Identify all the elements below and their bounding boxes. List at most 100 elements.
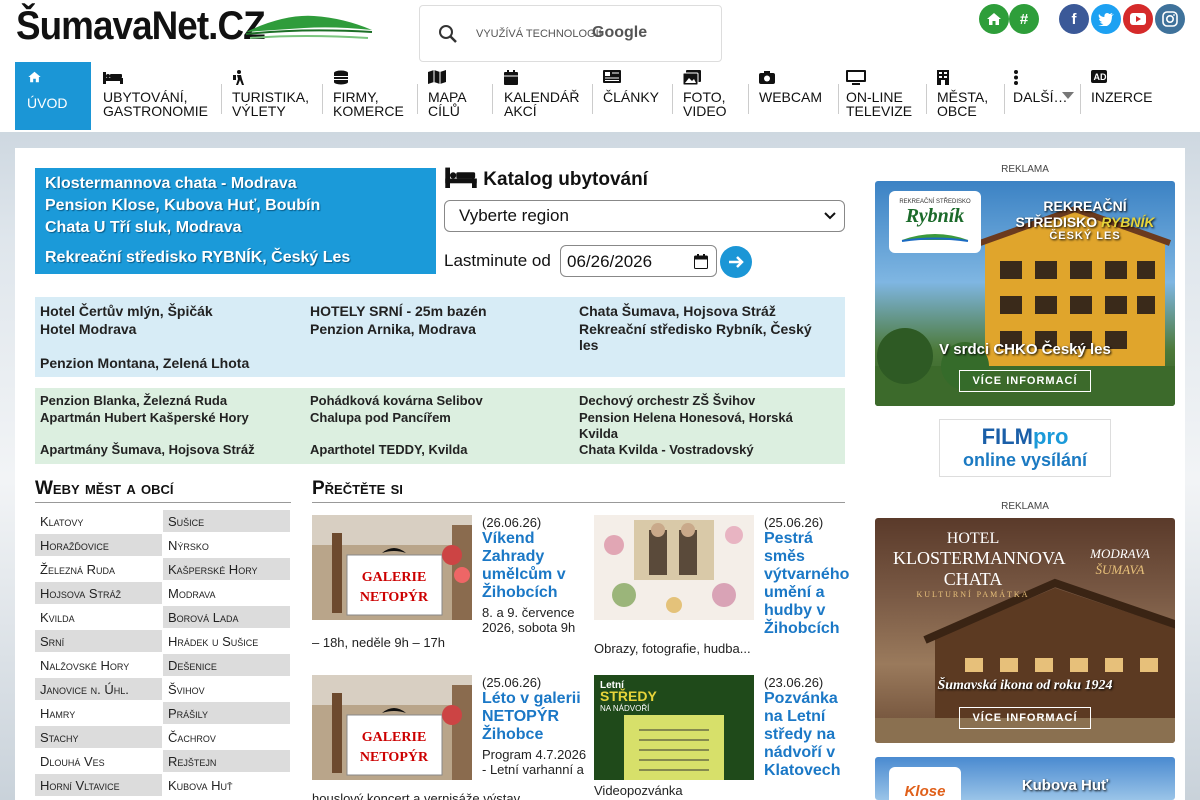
city-link[interactable]: Kubova Huť (163, 774, 290, 796)
dots-icon (1013, 70, 1078, 90)
city-link[interactable]: Prášily (163, 702, 290, 724)
listing-link[interactable]: Pohádková kovárna Selibov (310, 393, 570, 409)
listing-link[interactable]: Apartmány Šumava, Hojsova Stráž (40, 442, 300, 458)
listing-link[interactable]: Penzion Arnika, Modrava (310, 321, 570, 337)
article-image-letni-stredy[interactable]: Letní STŘEDY NA NÁDVOŘÍ (594, 675, 754, 780)
nav-item-inzerce[interactable]: Ad Inzerce (1091, 62, 1161, 130)
hash-button[interactable]: # (1009, 4, 1039, 34)
google-search-box[interactable]: VYUŽÍVÁ TECHNOLOGII Google (419, 5, 722, 62)
listing-link[interactable]: Hotel Modrava (40, 321, 300, 337)
featured-link[interactable]: Klostermannova chata - Modrava (45, 175, 297, 193)
rybnik-title-3: ČESKÝ LES (1049, 230, 1121, 242)
city-link[interactable]: Borová Lada (163, 606, 290, 628)
nav-label: On-line televize (846, 89, 913, 119)
lastminute-date-input[interactable]: 06/26/2026 (560, 245, 717, 277)
listing-link[interactable]: Rekreační středisko Rybník, Český les (579, 321, 829, 353)
article-title[interactable]: Pestrá směs výtvarného umění a hudby v Ž… (764, 530, 854, 638)
city-link[interactable]: Horní Vltavice (35, 774, 162, 796)
featured-link[interactable]: Chata U Tří sluk, Modrava (45, 219, 242, 237)
city-link[interactable]: Modrava (163, 582, 290, 604)
listing-link[interactable]: Aparthotel TEDDY, Kvilda (310, 442, 570, 458)
nav-item-mesta[interactable]: Města, obce (937, 62, 1002, 130)
search-icon[interactable] (438, 24, 458, 44)
calendar-icon[interactable] (694, 254, 708, 269)
city-link[interactable]: Dlouhá Ves (35, 750, 162, 772)
home-icon (27, 70, 91, 90)
newspaper-icon (603, 70, 668, 90)
rybnik-tagline: V srdci CHKO Český les (939, 341, 1111, 358)
article-title[interactable]: Pozvánka na Letní středy na nádvoří v Kl… (764, 690, 854, 780)
city-link[interactable]: Hrádek u Sušice (163, 630, 290, 652)
nav-item-televize[interactable]: On-line televize (846, 62, 928, 130)
article-image-exhibition[interactable] (594, 515, 754, 620)
accommodation-grid-2: Penzion Blanka, Železná Ruda Pohádková k… (35, 388, 845, 464)
city-link[interactable]: Dešenice (163, 654, 290, 676)
city-link[interactable]: Nalžovské Hory (35, 654, 162, 676)
article-image-galerie[interactable]: GALERIE NETOPÝR (312, 675, 472, 780)
city-link[interactable]: Kvilda (35, 606, 162, 628)
listing-link[interactable]: Dechový orchestr ZŠ Švihov (579, 393, 839, 409)
ad-kubova-hut[interactable]: Klose Kubova Huť (875, 757, 1175, 800)
nav-item-turistika[interactable]: Turistika, výlety (232, 62, 316, 130)
ad-klostermannova[interactable]: HOTEL KLOSTERMANNOVA CHATA KULTURNÍ PAMÁ… (875, 518, 1175, 743)
city-link[interactable]: Stachy (35, 726, 162, 748)
article-title[interactable]: Víkend Zahrady umělcům v Žihobcích (482, 530, 587, 602)
search-go-button[interactable] (720, 246, 752, 278)
nav-item-webcam[interactable]: Webcam (759, 62, 834, 130)
kloster-location: MODRAVA ŠUMAVA (1065, 546, 1175, 578)
nav-item-firmy[interactable]: Firmy, komerce (333, 62, 411, 130)
nav-item-uvod[interactable]: Úvod (15, 62, 91, 130)
article-image-galerie[interactable]: GALERIE NETOPÝR (312, 515, 472, 620)
city-link[interactable]: Sušice (163, 510, 290, 532)
city-link[interactable]: Hojsova Stráž (35, 582, 162, 604)
nav-separator (926, 84, 927, 114)
city-link[interactable]: Kašperské Hory (163, 558, 290, 580)
listing-link[interactable]: Penzion Blanka, Železná Ruda (40, 393, 300, 409)
city-link[interactable]: Srní (35, 630, 162, 652)
chevron-down-icon[interactable] (1062, 92, 1074, 100)
ad-rybnik[interactable]: REKREAČNÍ STŘEDISKO Rybník REKREAČNÍ STŘ… (875, 181, 1175, 406)
listing-link[interactable]: Chata Kvilda - Vostradovský (579, 442, 839, 458)
region-select[interactable]: Vyberte region (444, 200, 845, 232)
listing-link[interactable]: HOTELY SRNÍ - 25m bazén (310, 303, 570, 319)
city-link[interactable]: Železná Ruda (35, 558, 162, 580)
site-logo[interactable]: ŠumavaNet.CZ (16, 4, 266, 49)
kloster-more-button[interactable]: VÍCE INFORMACÍ (959, 707, 1091, 729)
home-icon[interactable] (979, 4, 1009, 34)
city-link[interactable]: Janovice n. Úhl. (35, 678, 162, 700)
listing-link[interactable]: Hotel Čertův mlýn, Špičák (40, 303, 300, 319)
city-link[interactable]: Nýrsko (163, 534, 290, 556)
listing-link[interactable]: Pension Helena Honesová, Horská Kvilda (579, 410, 824, 442)
article-desc: Videopozvánka (594, 783, 683, 798)
article-desc: houslový koncert a vernisáže výstav... (312, 791, 530, 800)
city-link[interactable]: Čachrov (163, 726, 290, 748)
city-link[interactable]: Klatovy (35, 510, 162, 532)
filmpro-ad[interactable]: FILMpro online vysílání (939, 419, 1111, 477)
listing-link[interactable]: Chalupa pod Pancířem (310, 410, 570, 426)
featured-link[interactable]: Pension Klose, Kubova Huť, Boubín (45, 197, 320, 215)
nav-item-foto[interactable]: Foto, video (682, 62, 745, 130)
nav-item-clanky[interactable]: Články (603, 62, 668, 130)
city-link[interactable]: Švihov (163, 678, 290, 700)
featured-link[interactable]: Rekreační středisko RYBNÍK, Český Les (45, 249, 350, 267)
listing-link[interactable]: Apartmán Hubert Kašperské Hory (40, 410, 300, 426)
ad-icon: Ad (1091, 70, 1161, 90)
building-icon (937, 70, 1002, 90)
featured-accommodation-box: Klostermannova chata - Modrava Pension K… (35, 168, 436, 274)
nav-item-mapa[interactable]: Mapa cílů (428, 62, 488, 130)
city-link[interactable]: Horažďovice (35, 534, 162, 556)
listing-link[interactable]: Penzion Montana, Zelená Lhota (40, 355, 300, 371)
nav-item-ubytovani[interactable]: Ubytování, gastronomie (103, 62, 218, 130)
bed-icon (445, 167, 477, 188)
listing-link[interactable]: Chata Šumava, Hojsova Stráž (579, 303, 839, 319)
youtube-icon[interactable] (1123, 4, 1153, 34)
article-title[interactable]: Léto v galerii NETOPÝR Žihobce (482, 690, 587, 744)
city-link[interactable]: Rejštejn (163, 750, 290, 772)
instagram-icon[interactable] (1155, 4, 1185, 34)
svg-text:NETOPÝR: NETOPÝR (360, 588, 429, 605)
nav-item-kalendar[interactable]: Kalendář akcí (504, 62, 589, 130)
rybnik-more-button[interactable]: VÍCE INFORMACÍ (959, 370, 1091, 392)
twitter-icon[interactable] (1091, 4, 1121, 34)
facebook-icon[interactable]: f (1059, 4, 1089, 34)
city-link[interactable]: Hamry (35, 702, 162, 724)
